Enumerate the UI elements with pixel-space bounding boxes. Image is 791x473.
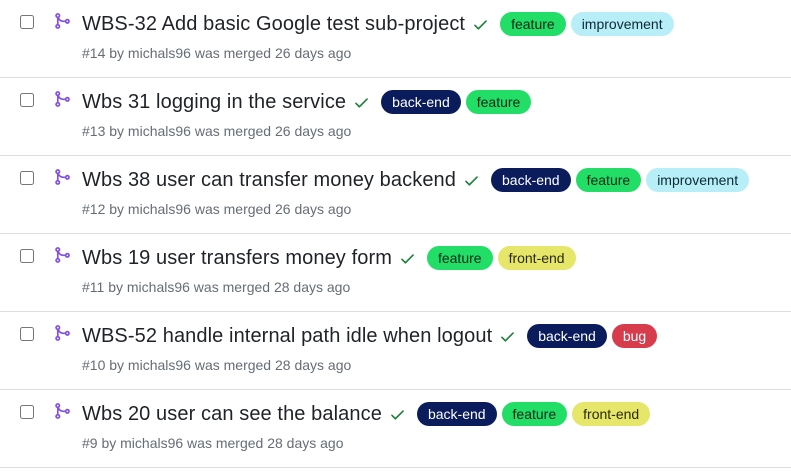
merged-pr-icon xyxy=(55,325,70,341)
labels: back-end feature improvement xyxy=(491,168,750,192)
pull-request-row: WBS-52 handle internal path idle when lo… xyxy=(0,312,791,390)
pull-request-row: Wbs 38 user can transfer money backend b… xyxy=(0,156,791,234)
pull-request-meta: #9 by michals96 was merged 28 days ago xyxy=(82,435,344,451)
label-feature[interactable]: feature xyxy=(465,90,532,114)
pull-request-main: Wbs 38 user can transfer money backend b… xyxy=(82,165,781,218)
label-back-end[interactable]: back-end xyxy=(491,168,571,192)
pull-request-main: WBS-32 Add basic Google test sub-project… xyxy=(82,9,781,62)
pull-request-row: Wbs 19 user transfers money form feature… xyxy=(0,234,791,312)
label-back-end[interactable]: back-end xyxy=(416,402,497,426)
label-feature[interactable]: feature xyxy=(575,168,642,192)
title-line: WBS-52 handle internal path idle when lo… xyxy=(82,321,781,351)
check-icon[interactable] xyxy=(389,406,406,423)
label-feature[interactable]: feature xyxy=(500,12,566,36)
check-icon[interactable] xyxy=(472,16,489,33)
title-line: Wbs 20 user can see the balance back-end… xyxy=(82,399,781,429)
pull-request-title[interactable]: Wbs 31 logging in the service xyxy=(82,91,346,114)
labels: feature improvement xyxy=(500,12,674,36)
label-back-end[interactable]: back-end xyxy=(381,90,461,114)
label-back-end[interactable]: back-end xyxy=(527,324,607,348)
pull-request-row: Wbs 31 logging in the service back-end f… xyxy=(0,78,791,156)
pull-request-meta: #14 by michals96 was merged 26 days ago xyxy=(82,45,352,61)
select-checkbox[interactable] xyxy=(20,15,34,29)
merged-pr-icon xyxy=(55,13,70,29)
pull-request-meta: #13 by michals96 was merged 26 days ago xyxy=(82,123,352,139)
title-line: Wbs 31 logging in the service back-end f… xyxy=(82,87,781,117)
select-checkbox[interactable] xyxy=(20,93,34,107)
labels: back-end feature xyxy=(381,90,532,114)
pull-request-title[interactable]: Wbs 19 user transfers money form xyxy=(82,247,392,270)
label-front-end[interactable]: front-end xyxy=(497,246,576,270)
pull-request-list: WBS-32 Add basic Google test sub-project… xyxy=(0,0,791,468)
select-checkbox[interactable] xyxy=(20,171,34,185)
labels: back-end bug xyxy=(527,324,658,348)
title-line: Wbs 38 user can transfer money backend b… xyxy=(82,165,781,195)
merged-pr-icon xyxy=(55,169,70,185)
pull-request-row: WBS-32 Add basic Google test sub-project… xyxy=(0,0,791,78)
check-icon[interactable] xyxy=(499,328,516,345)
label-improvement[interactable]: improvement xyxy=(646,168,750,192)
title-line: WBS-32 Add basic Google test sub-project… xyxy=(82,9,781,39)
labels: feature front-end xyxy=(426,246,576,270)
pull-request-main: Wbs 31 logging in the service back-end f… xyxy=(82,87,781,140)
label-feature[interactable]: feature xyxy=(426,246,493,270)
pull-request-title[interactable]: Wbs 20 user can see the balance xyxy=(82,403,382,426)
pull-request-meta: #11 by michals96 was merged 28 days ago xyxy=(82,279,351,295)
pull-request-title[interactable]: WBS-32 Add basic Google test sub-project xyxy=(82,13,465,36)
check-icon[interactable] xyxy=(463,172,480,189)
merged-pr-icon xyxy=(55,403,70,419)
label-improvement[interactable]: improvement xyxy=(570,12,674,36)
title-line: Wbs 19 user transfers money form feature… xyxy=(82,243,781,273)
pull-request-row: Wbs 20 user can see the balance back-end… xyxy=(0,390,791,468)
pull-request-main: WBS-52 handle internal path idle when lo… xyxy=(82,321,781,374)
merged-pr-icon xyxy=(55,91,70,107)
label-feature[interactable]: feature xyxy=(501,402,568,426)
check-icon[interactable] xyxy=(399,250,416,267)
check-icon[interactable] xyxy=(353,94,370,111)
label-bug[interactable]: bug xyxy=(611,324,658,348)
pull-request-main: Wbs 19 user transfers money form feature… xyxy=(82,243,781,296)
pull-request-meta: #12 by michals96 was merged 26 days ago xyxy=(82,201,352,217)
merged-pr-icon xyxy=(55,247,70,263)
pull-request-meta: #10 by michals96 was merged 28 days ago xyxy=(82,357,352,373)
pull-request-title[interactable]: Wbs 38 user can transfer money backend xyxy=(82,169,456,192)
select-checkbox[interactable] xyxy=(20,327,34,341)
pull-request-title[interactable]: WBS-52 handle internal path idle when lo… xyxy=(82,325,492,348)
select-checkbox[interactable] xyxy=(20,249,34,263)
labels: back-end feature front-end xyxy=(416,402,651,426)
select-checkbox[interactable] xyxy=(20,405,34,419)
pull-request-main: Wbs 20 user can see the balance back-end… xyxy=(82,399,781,452)
label-front-end[interactable]: front-end xyxy=(572,402,651,426)
